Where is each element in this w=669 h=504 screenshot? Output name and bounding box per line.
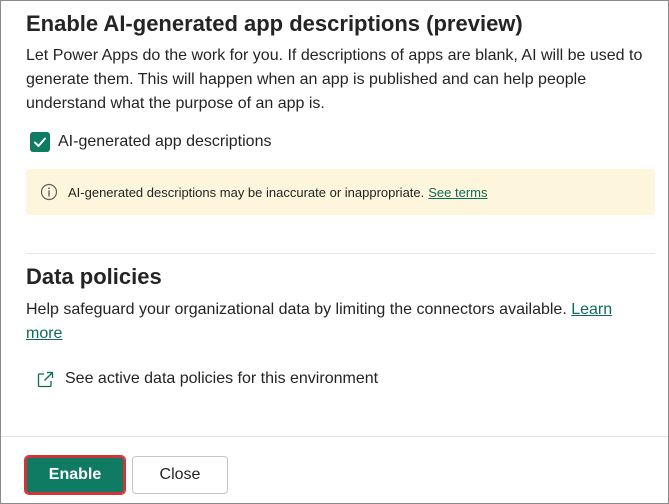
ai-descriptions-checkbox[interactable] <box>30 132 50 152</box>
ai-descriptions-checkbox-row[interactable]: AI-generated app descriptions <box>30 129 271 155</box>
ai-descriptions-checkbox-label: AI-generated app descriptions <box>58 133 272 150</box>
data-policies-description: Help safeguard your organizational data … <box>26 298 651 346</box>
data-policies-description-text: Help safeguard your organizational data … <box>26 301 567 318</box>
ai-section-title: Enable AI-generated app descriptions (pr… <box>26 11 523 36</box>
enable-button[interactable]: Enable <box>24 455 126 495</box>
checkmark-icon <box>34 137 46 147</box>
ai-descriptions-panel: Enable AI-generated app descriptions (pr… <box>0 0 669 504</box>
see-terms-link[interactable]: See terms <box>428 185 487 200</box>
ai-warning-text: AI-generated descriptions may be inaccur… <box>68 184 425 200</box>
open-external-icon <box>36 370 55 389</box>
close-button[interactable]: Close <box>132 456 228 494</box>
section-divider <box>26 253 655 254</box>
ai-warning-message-bar: AI-generated descriptions may be inaccur… <box>26 169 655 215</box>
footer-divider <box>1 436 668 437</box>
active-data-policies-link[interactable]: See active data policies for this enviro… <box>36 367 378 391</box>
ai-section-description: Let Power Apps do the work for you. If d… <box>26 47 643 112</box>
data-policies-title: Data policies <box>26 264 162 289</box>
active-data-policies-text: See active data policies for this enviro… <box>65 370 379 387</box>
info-icon <box>40 183 58 201</box>
